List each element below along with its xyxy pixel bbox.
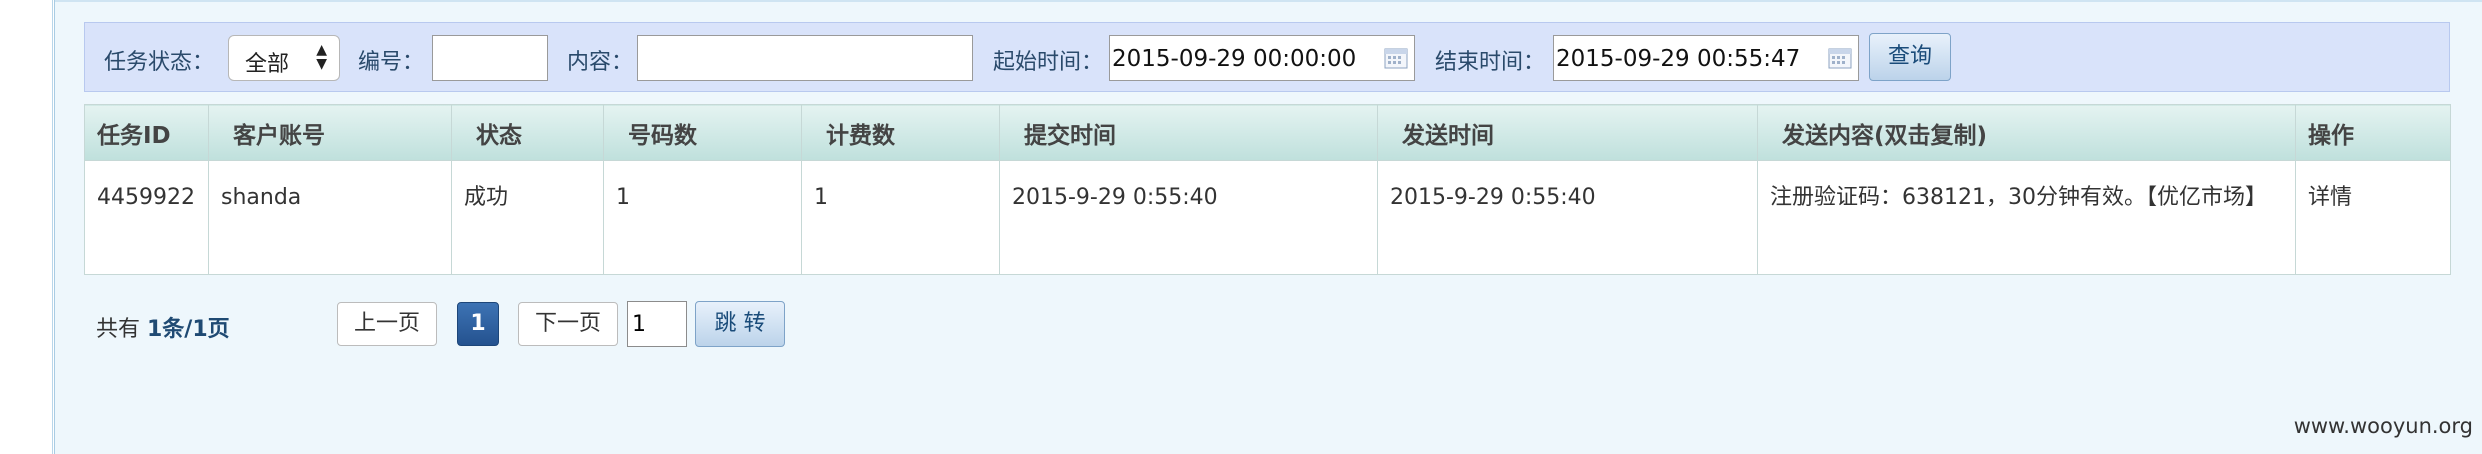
cell-send-time: 2015-9-29 0:55:40 (1377, 160, 1758, 275)
start-time-value: 2015-09-29 00:00:00 (1112, 46, 1357, 72)
task-table: 任务ID 客户账号 状态 号码数 计费数 提交时间 发送时间 发送内容(双击复制… (84, 104, 2451, 275)
status-select[interactable]: 全部 ▲ ▼ (228, 35, 340, 81)
select-arrows-icon: ▲ ▼ (316, 42, 327, 72)
query-button[interactable]: 查询 (1869, 33, 1951, 81)
content-label: 内容： (567, 50, 634, 75)
pagination: 共有 1条/1页 上一页 1 下一页 跳 转 (84, 300, 984, 350)
start-time-input[interactable]: 2015-09-29 00:00:00 (1109, 35, 1415, 81)
calendar-icon[interactable] (1828, 46, 1852, 70)
content-input[interactable] (637, 35, 973, 81)
cell-billing: 1 (801, 160, 1000, 275)
end-time-label: 结束时间： (1435, 50, 1546, 75)
calendar-icon[interactable] (1384, 46, 1408, 70)
prev-page-button[interactable]: 上一页 (337, 302, 437, 346)
col-header-send-content[interactable]: 发送内容(双击复制) (1757, 104, 2296, 161)
col-header-task-id[interactable]: 任务ID (84, 104, 209, 161)
start-time-label: 起始时间： (993, 50, 1104, 75)
cell-send-content[interactable]: 注册验证码：638121，30分钟有效。【优亿市场】 (1757, 160, 2296, 275)
end-time-input[interactable]: 2015-09-29 00:55:47 (1553, 35, 1859, 81)
end-time-value: 2015-09-29 00:55:47 (1556, 46, 1801, 72)
jump-button[interactable]: 跳 转 (695, 301, 785, 347)
main-panel: 任务状态： 全部 ▲ ▼ 编号： 内容： 起始时间： 2015-09-29 00:… (54, 0, 2482, 454)
col-header-status[interactable]: 状态 (451, 104, 604, 161)
code-label: 编号： (358, 50, 425, 75)
left-sidebar-strip (0, 0, 53, 454)
status-label: 任务状态： (104, 50, 215, 75)
table-header-row: 任务ID 客户账号 状态 号码数 计费数 提交时间 发送时间 发送内容(双击复制… (84, 104, 2451, 161)
code-input[interactable] (432, 35, 548, 81)
table-row: 4459922 shanda 成功 1 1 2015-9-29 0:55:40 … (84, 160, 2451, 275)
cell-numbers: 1 (603, 160, 802, 275)
col-header-action[interactable]: 操作 (2295, 104, 2451, 161)
status-select-value: 全部 (245, 52, 290, 77)
jump-page-input[interactable] (627, 301, 687, 347)
cell-status: 成功 (451, 160, 604, 275)
col-header-numbers[interactable]: 号码数 (603, 104, 802, 161)
col-header-billing[interactable]: 计费数 (801, 104, 1000, 161)
col-header-submit-time[interactable]: 提交时间 (999, 104, 1378, 161)
detail-link[interactable]: 详情 (2295, 160, 2451, 275)
cell-task-id: 4459922 (84, 160, 209, 275)
cell-account: shanda (208, 160, 452, 275)
top-divider (55, 0, 2482, 2)
watermark: www.wooyun.org (2293, 414, 2473, 438)
search-bar: 任务状态： 全部 ▲ ▼ 编号： 内容： 起始时间： 2015-09-29 00:… (84, 22, 2450, 92)
col-header-send-time[interactable]: 发送时间 (1377, 104, 1758, 161)
next-page-button[interactable]: 下一页 (518, 302, 618, 346)
pagination-summary: 共有 1条/1页 (96, 317, 230, 342)
pagination-total: 1条/1页 (147, 317, 230, 342)
col-header-account[interactable]: 客户账号 (208, 104, 452, 161)
current-page-button[interactable]: 1 (457, 302, 499, 346)
cell-submit-time: 2015-9-29 0:55:40 (999, 160, 1378, 275)
